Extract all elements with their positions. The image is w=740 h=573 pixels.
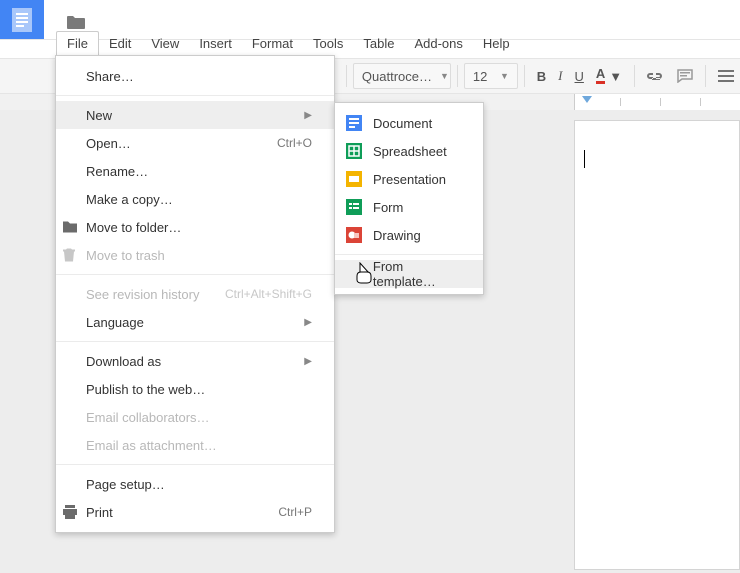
- document-page[interactable]: [574, 120, 740, 570]
- file-menu-email-attachment: Email as attachment…: [56, 431, 334, 459]
- menu-separator: [56, 464, 334, 465]
- font-size-label: 12: [473, 69, 487, 84]
- ruler-tick: [620, 98, 621, 106]
- form-icon: [345, 198, 363, 216]
- folder-icon: [62, 221, 78, 234]
- presentation-icon: [345, 170, 363, 188]
- submenu-arrow-icon: ▶: [304, 110, 312, 121]
- file-menu-email-collaborators: Email collaborators…: [56, 403, 334, 431]
- text-color-button[interactable]: A ▼: [590, 63, 628, 89]
- toolbar-separator: [705, 65, 706, 87]
- font-family-label: Quattroce…: [362, 69, 432, 84]
- file-menu-dropdown: Share… New ▶ Open… Ctrl+O Rename… Make a…: [55, 55, 335, 533]
- font-family-picker[interactable]: Quattroce… ▼: [353, 63, 451, 89]
- drawing-icon: [345, 226, 363, 244]
- submenu-arrow-icon: ▶: [304, 356, 312, 367]
- insert-link-button[interactable]: [641, 63, 671, 89]
- menu-table[interactable]: Table: [353, 32, 404, 56]
- file-menu-make-copy[interactable]: Make a copy…: [56, 185, 334, 213]
- new-presentation[interactable]: Presentation: [335, 165, 483, 193]
- spreadsheet-icon: [345, 142, 363, 160]
- menu-addons[interactable]: Add-ons: [404, 32, 472, 56]
- file-menu-move-to-trash: Move to trash: [56, 241, 334, 269]
- caret-down-icon: ▼: [609, 69, 622, 84]
- new-spreadsheet[interactable]: Spreadsheet: [335, 137, 483, 165]
- underline-button[interactable]: U: [569, 63, 590, 89]
- caret-down-icon: ▼: [440, 71, 449, 81]
- file-menu-move-to-folder[interactable]: Move to folder…: [56, 213, 334, 241]
- new-form[interactable]: Form: [335, 193, 483, 221]
- file-menu-print[interactable]: Print Ctrl+P: [56, 498, 334, 526]
- submenu-arrow-icon: ▶: [304, 317, 312, 328]
- menu-separator: [56, 95, 334, 96]
- menu-separator: [56, 341, 334, 342]
- ruler-tick: [660, 98, 661, 106]
- file-menu-open[interactable]: Open… Ctrl+O: [56, 129, 334, 157]
- toolbar-separator: [346, 65, 347, 87]
- indent-marker[interactable]: [582, 96, 592, 103]
- document-icon: [345, 114, 363, 132]
- align-justify-icon: [718, 70, 734, 82]
- menu-insert[interactable]: Insert: [189, 32, 242, 56]
- file-menu-language[interactable]: Language ▶: [56, 308, 334, 336]
- menu-help[interactable]: Help: [473, 32, 520, 56]
- file-menu-publish-web[interactable]: Publish to the web…: [56, 375, 334, 403]
- text-color-icon: A: [596, 68, 605, 84]
- insert-comment-button[interactable]: [671, 63, 699, 89]
- print-icon: [62, 505, 78, 519]
- docs-page-icon: [12, 8, 32, 32]
- font-size-picker[interactable]: 12 ▼: [464, 63, 518, 89]
- caret-down-icon: ▼: [500, 71, 509, 81]
- bold-button[interactable]: B: [531, 63, 552, 89]
- link-icon: [647, 70, 665, 82]
- menu-tools[interactable]: Tools: [303, 32, 353, 56]
- file-menu-page-setup[interactable]: Page setup…: [56, 470, 334, 498]
- docs-logo[interactable]: [0, 0, 44, 39]
- menu-view[interactable]: View: [141, 32, 189, 56]
- new-submenu: Document Spreadsheet Presentation Form D…: [334, 102, 484, 295]
- italic-button[interactable]: I: [552, 63, 568, 89]
- comment-icon: [677, 69, 693, 83]
- toolbar-separator: [524, 65, 525, 87]
- new-document[interactable]: Document: [335, 109, 483, 137]
- menu-file[interactable]: File: [56, 31, 99, 57]
- menubar: File Edit View Insert Format Tools Table…: [56, 32, 520, 56]
- blank-icon: [345, 265, 363, 283]
- toolbar-separator: [634, 65, 635, 87]
- folder-icon: [66, 14, 86, 30]
- trash-icon: [62, 248, 76, 263]
- menu-format[interactable]: Format: [242, 32, 303, 56]
- ruler-active: [574, 94, 740, 110]
- menu-separator: [335, 254, 483, 255]
- align-button[interactable]: [712, 63, 740, 89]
- toolbar-separator: [457, 65, 458, 87]
- new-drawing[interactable]: Drawing: [335, 221, 483, 249]
- file-menu-new[interactable]: New ▶: [56, 101, 334, 129]
- file-menu-revision-history: See revision history Ctrl+Alt+Shift+G: [56, 280, 334, 308]
- ruler-tick: [700, 98, 701, 106]
- menu-edit[interactable]: Edit: [99, 32, 141, 56]
- file-menu-share[interactable]: Share…: [56, 62, 334, 90]
- text-cursor: [584, 150, 585, 168]
- new-from-template[interactable]: From template…: [335, 260, 483, 288]
- file-menu-download-as[interactable]: Download as ▶: [56, 347, 334, 375]
- menu-separator: [56, 274, 334, 275]
- file-menu-rename[interactable]: Rename…: [56, 157, 334, 185]
